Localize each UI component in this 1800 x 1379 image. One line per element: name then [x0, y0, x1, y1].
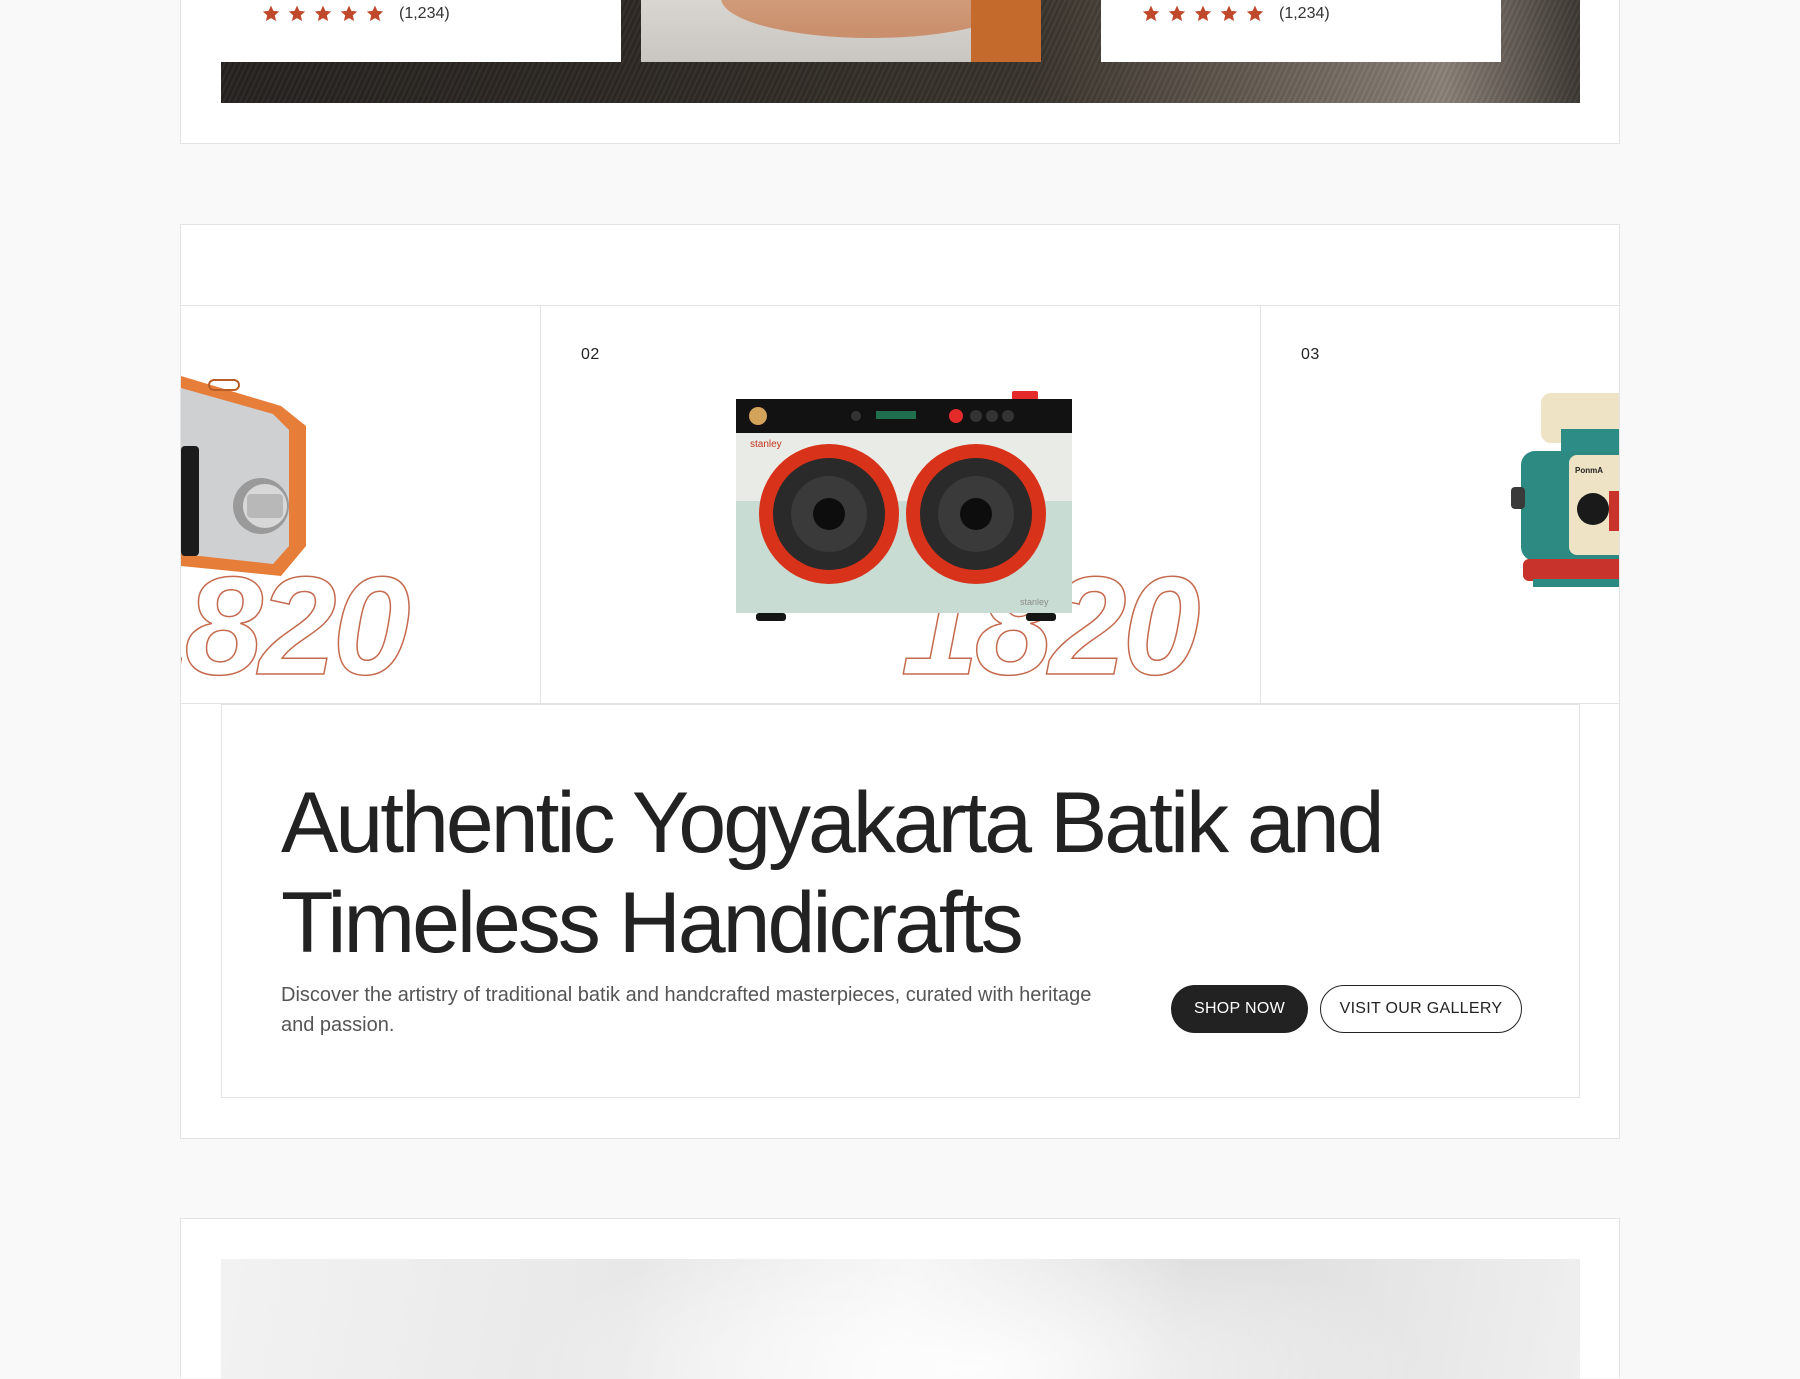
- star-icon: [288, 5, 306, 22]
- product-photo: [641, 0, 1041, 62]
- star-icon: [1220, 5, 1238, 22]
- hero-card: Authentic Yogyakarta Batik and Timeless …: [221, 704, 1580, 1098]
- product-carousel[interactable]: 1820 02 1820: [181, 305, 1619, 704]
- star-icon: [262, 5, 280, 22]
- review-card: (1,234): [1101, 0, 1501, 62]
- review-count: (1,234): [399, 5, 450, 22]
- carousel-slide[interactable]: 03 PonmA: [1261, 306, 1619, 703]
- slide-number: 02: [581, 346, 600, 363]
- product-showcase-section: 1820 02 1820: [180, 224, 1620, 1139]
- star-icon: [1142, 5, 1160, 22]
- star-icon: [340, 5, 358, 22]
- visit-gallery-button[interactable]: VISIT OUR GALLERY: [1320, 985, 1522, 1033]
- hero-description: Discover the artistry of traditional bat…: [281, 984, 1092, 1036]
- speaker-product-image: stanley stanley: [736, 391, 1072, 621]
- slide-number: 03: [1301, 346, 1320, 363]
- review-count: (1,234): [1279, 5, 1330, 22]
- star-icon: [314, 5, 332, 22]
- radio-product-image: [181, 376, 306, 576]
- star-icon: [366, 5, 384, 22]
- speaker-brand-label: stanley: [750, 439, 782, 450]
- star-icon: [1194, 5, 1212, 22]
- carousel-slide[interactable]: 02 1820 stanley stanley: [541, 306, 1261, 703]
- carousel-slide[interactable]: 1820: [181, 306, 541, 703]
- camera-product-image: PonmA: [1511, 393, 1619, 587]
- hero-title-line-2: Timeless Handicrafts: [281, 875, 1024, 971]
- next-section: [180, 1218, 1620, 1379]
- fabric-background-photo: [221, 1259, 1580, 1379]
- star-icon: [1168, 5, 1186, 22]
- shop-now-button[interactable]: SHOP NOW: [1171, 985, 1308, 1033]
- rating-row: (1,234): [261, 4, 450, 24]
- review-card: (1,234): [221, 0, 621, 62]
- camera-brand-label: PonmA: [1575, 466, 1603, 475]
- testimonial-section: (1,234) (1,234): [180, 0, 1620, 144]
- sleeve-image: [971, 0, 1041, 62]
- speaker-footer-label: stanley: [1020, 597, 1049, 607]
- hero-title-line-1: Authentic Yogyakarta Batik and: [281, 775, 1385, 871]
- star-icon: [1246, 5, 1264, 22]
- hero-title: Authentic Yogyakarta Batik and Timeless …: [281, 773, 1461, 973]
- rating-row: (1,234): [1141, 4, 1330, 24]
